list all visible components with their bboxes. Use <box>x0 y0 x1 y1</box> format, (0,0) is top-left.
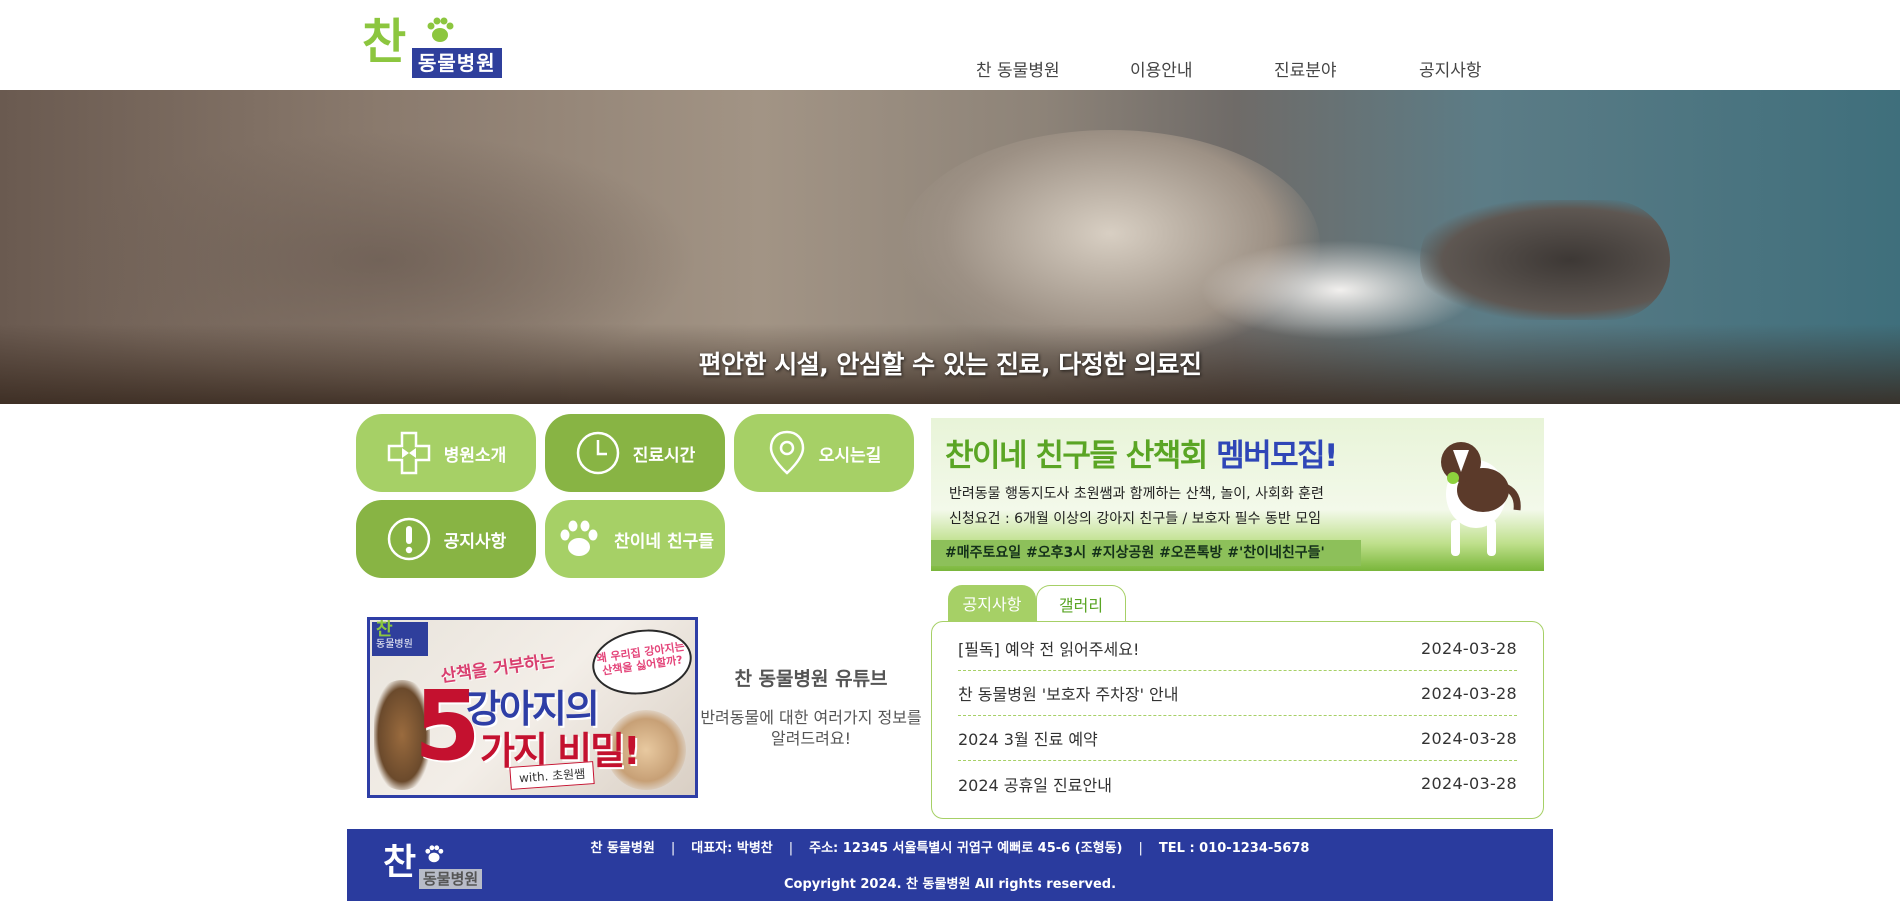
footer-address: 주소: 12345 서울특별시 귀엽구 예뻐로 45-6 (조형동) <box>809 841 1123 856</box>
nav-item-specialties[interactable]: 진료분야 <box>1274 56 1337 81</box>
thumbnail-logo-main: 찬 <box>376 619 393 640</box>
quick-button-directions-label: 오시는길 <box>818 445 882 466</box>
location-pin-icon <box>769 430 804 475</box>
hero-banner: 편안한 시설, 안심할 수 있는 진료, 다정한 의료진 <box>0 90 1900 404</box>
hospital-cross-icon <box>387 431 430 475</box>
footer-separator: | <box>670 841 676 856</box>
quick-button-about-label: 병원소개 <box>443 445 507 466</box>
footer-info: 찬 동물병원 | 대표자: 박병찬 | 주소: 12345 서울특별시 귀엽구 예뻐로 … <box>347 837 1553 856</box>
quick-button-hours[interactable]: 진료시간 <box>545 414 725 492</box>
logo-main-text: 찬 <box>362 14 406 70</box>
footer-copyright: Copyright 2024. 찬 동물병원 All rights reserv… <box>783 877 1117 892</box>
youtube-title[interactable]: 찬 동물병원 유튜브 <box>698 664 924 691</box>
notice-date: 2024-03-28 <box>1421 774 1517 793</box>
notice-title: 2024 공휴일 진료안내 <box>958 775 1112 795</box>
hero-cat-paw <box>1420 200 1670 320</box>
youtube-description: 반려동물에 대한 여러가지 정보를 알려드려요! <box>700 708 922 748</box>
banner-title-blue: 멤버모집! <box>1216 438 1338 474</box>
notice-list: [필독] 예약 전 읽어주세요! 2024-03-28 찬 동물병원 '보호자 … <box>931 621 1544 819</box>
footer-tel: TEL : 010-1234-5678 <box>1158 841 1310 856</box>
banner-line-2: 신청요건 : 6개월 이상의 강아지 친구들 / 보호자 필수 동반 모임 <box>949 511 1321 527</box>
quick-button-about[interactable]: 병원소개 <box>356 414 536 492</box>
nav-item-guide[interactable]: 이용안내 <box>1130 56 1193 81</box>
quick-button-friends[interactable]: 찬이네 친구들 <box>545 500 725 578</box>
list-item[interactable]: 2024 3월 진료 예약 2024-03-28 <box>958 716 1517 761</box>
footer-ceo: 대표자: 박병찬 <box>691 841 773 856</box>
footer-separator: | <box>788 841 794 856</box>
quick-button-directions[interactable]: 오시는길 <box>734 414 914 492</box>
youtube-thumbnail[interactable]: 찬 동물병원 왜 우리집 강아지는 산책을 싫어할까? 산책을 거부하는 5 강… <box>367 617 698 798</box>
logo-sub-text: 동물병원 <box>412 48 502 78</box>
footer-name: 찬 동물병원 <box>590 841 655 856</box>
quick-button-notices[interactable]: 공지사항 <box>356 500 536 578</box>
notice-title: 찬 동물병원 '보호자 주차장' 안내 <box>958 685 1179 704</box>
quick-button-notices-label: 공지사항 <box>443 531 507 552</box>
notice-date: 2024-03-28 <box>1421 638 1517 658</box>
banner-line-1: 반려동물 행동지도사 초원쌤과 함께하는 산책, 놀이, 사회화 훈련 <box>949 486 1324 502</box>
thumbnail-speech-bubble: 왜 우리집 강아지는 산책을 싫어할까? <box>588 623 695 701</box>
list-item[interactable]: 2024 공휴일 진료안내 2024-03-28 <box>958 761 1517 806</box>
thumbnail-logo: 찬 동물병원 <box>372 619 428 656</box>
list-item[interactable]: 찬 동물병원 '보호자 주차장' 안내 2024-03-28 <box>958 671 1517 716</box>
dog-illustration <box>1441 442 1521 556</box>
list-item[interactable]: [필독] 예약 전 읽어주세요! 2024-03-28 <box>958 626 1517 671</box>
tab-gallery[interactable]: 갤러리 <box>1036 585 1126 621</box>
banner-title-green: 찬이네 친구들 산책회 <box>945 438 1208 474</box>
notice-title: 2024 3월 진료 예약 <box>958 730 1098 749</box>
paw-icon <box>560 520 598 556</box>
quick-button-hours-label: 진료시간 <box>632 445 696 466</box>
site-header: 찬 동물병원 찬 동물병원 이용안내 진료분야 공지사항 <box>0 0 1900 90</box>
site-footer: 찬 동물병원 찬 동물병원 | 대표자: 박병찬 | 주소: 12345 서울특별시 귀… <box>347 829 1553 901</box>
nav-item-notices[interactable]: 공지사항 <box>1419 56 1482 81</box>
banner-title: 찬이네 친구들 산책회 멤버모집! <box>945 430 1338 475</box>
notice-date: 2024-03-28 <box>1421 728 1517 748</box>
clock-icon <box>576 431 619 475</box>
exclamation-icon <box>387 517 430 561</box>
hero-tagline: 편안한 시설, 안심할 수 있는 진료, 다정한 의료진 <box>698 350 1202 379</box>
thumbnail-logo-sub: 동물병원 <box>376 639 413 650</box>
thumbnail-with-tag: with. 초원쌤 <box>509 761 595 790</box>
notice-title: [필독] 예약 전 읽어주세요! <box>958 640 1140 659</box>
banner-hashtags: #매주토요일 #오후3시 #지상공원 #오픈톡방 #'찬이네친구들' <box>931 540 1361 566</box>
nav-item-hospital[interactable]: 찬 동물병원 <box>976 56 1060 81</box>
walk-club-banner[interactable]: 찬이네 친구들 산책회 멤버모집! 반려동물 행동지도사 초원쌤과 함께하는 산… <box>931 418 1544 571</box>
notice-date: 2024-03-28 <box>1421 683 1517 703</box>
paw-icon <box>427 17 454 42</box>
tab-notices[interactable]: 공지사항 <box>948 585 1036 621</box>
footer-separator: | <box>1138 841 1143 856</box>
quick-button-friends-label: 찬이네 친구들 <box>614 531 714 552</box>
site-logo[interactable]: 찬 동물병원 <box>362 8 512 82</box>
